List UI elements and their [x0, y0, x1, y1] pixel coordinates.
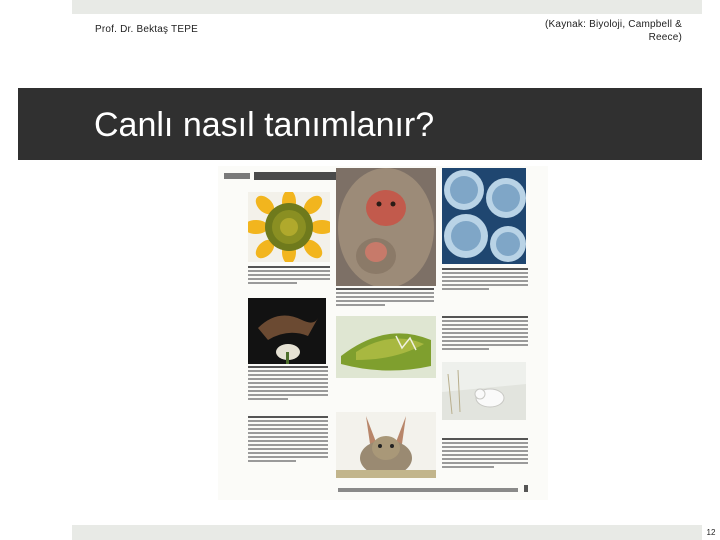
caption-rabbit	[248, 416, 328, 464]
textbook-figure	[218, 166, 548, 500]
page-number: 12	[706, 528, 716, 537]
slide-title: Canlı nasıl tanımlanır?	[94, 106, 435, 144]
frog-eggs-photo	[442, 168, 526, 264]
venus-flytrap-photo	[336, 316, 436, 378]
caption-c	[442, 268, 528, 292]
bat-flower-photo	[248, 298, 326, 364]
figure-footer	[338, 488, 518, 492]
title-band: Canlı nasıl tanımlanır?	[18, 88, 702, 160]
macaque-photo	[336, 168, 436, 286]
sunflower-photo	[248, 192, 330, 262]
author-label: Prof. Dr. Bektaş TEPE	[95, 24, 198, 35]
ptarmigan-snow-photo	[442, 362, 526, 420]
caption-d	[248, 366, 328, 402]
caption-a	[248, 266, 330, 286]
jackrabbit-photo	[336, 412, 436, 478]
bottom-decor-strip	[72, 525, 702, 540]
caption-g	[442, 438, 528, 470]
source-citation: (Kaynak: Biyoloji, Campbell & Reece)	[545, 19, 682, 43]
caption-f	[442, 316, 528, 352]
figure-page-no	[524, 485, 528, 492]
top-decor-strip	[72, 0, 702, 14]
caption-b	[336, 288, 434, 308]
